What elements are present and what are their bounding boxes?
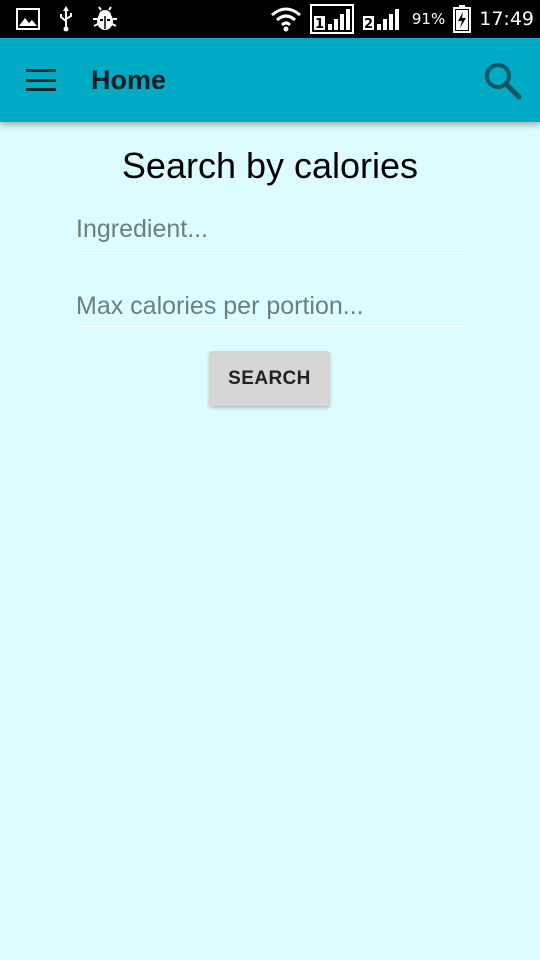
menu-button[interactable] xyxy=(24,64,58,96)
menu-icon xyxy=(26,69,56,72)
search-button[interactable]: SEARCH xyxy=(209,351,330,406)
status-bar-right: 1 2 91% 17:49 xyxy=(270,4,534,34)
search-icon xyxy=(485,63,522,100)
app-bar: Home xyxy=(0,38,540,122)
sim1-signal-icon: 1 xyxy=(309,4,354,34)
status-bar-left xyxy=(16,6,118,32)
status-bar: 1 2 91% 17:49 xyxy=(0,0,540,38)
battery-percent: 91% xyxy=(411,10,446,28)
wifi-icon xyxy=(270,6,302,32)
menu-icon-bar-middle xyxy=(26,78,56,82)
usb-icon xyxy=(58,6,74,32)
battery-charging-icon xyxy=(453,5,472,33)
app-title: Home xyxy=(91,65,167,95)
sim1-label: 1 xyxy=(315,17,324,32)
sim2-label: 2 xyxy=(364,17,373,32)
menu-icon-bar-bottom xyxy=(26,88,56,91)
ingredient-input[interactable] xyxy=(76,209,464,250)
page-heading: Search by calories xyxy=(121,145,419,186)
clock: 17:49 xyxy=(479,8,534,30)
sim2-signal-icon: 2 xyxy=(362,4,404,34)
max-calories-input[interactable] xyxy=(76,286,464,327)
image-icon xyxy=(16,8,40,30)
bug-icon xyxy=(92,6,118,32)
toolbar-search-button[interactable] xyxy=(482,60,524,102)
